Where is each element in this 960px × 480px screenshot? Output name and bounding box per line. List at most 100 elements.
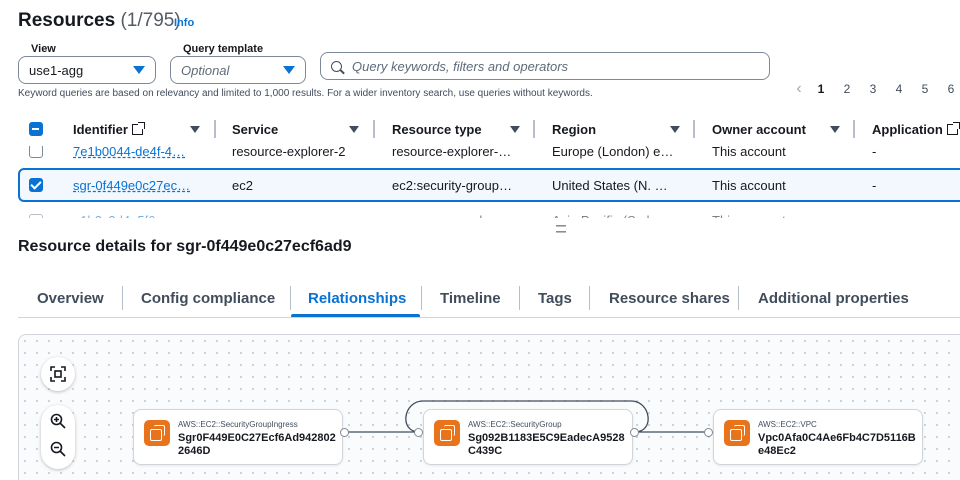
security-group-icon <box>434 420 460 446</box>
node-port[interactable] <box>340 428 349 437</box>
column-divider[interactable] <box>853 120 855 138</box>
sort-icon[interactable] <box>830 125 840 133</box>
row-owner: This account <box>712 146 786 159</box>
row-owner: This account <box>712 177 786 193</box>
row-checkbox[interactable] <box>29 214 43 218</box>
row-service: ram <box>232 203 372 219</box>
node-name: Vpc0Afa0C4Ae6Fb4C7D5116Be48Ec2 <box>758 432 916 457</box>
table-row-selected[interactable]: sgr-0f449e0c27ec… ec2 ec2:security-group… <box>18 168 960 202</box>
sort-icon[interactable] <box>349 125 359 133</box>
tab-resource-shares[interactable]: Resource shares <box>609 282 730 314</box>
view-select-value: use1-agg <box>29 62 84 78</box>
external-link-icon <box>131 121 145 135</box>
column-divider[interactable] <box>533 120 535 138</box>
page-5[interactable]: 5 <box>912 82 938 96</box>
row-identifier-link[interactable]: sgr-0f449e0c27ec… <box>73 168 203 202</box>
search-input[interactable]: Query keywords, filters and operators <box>320 52 770 80</box>
column-divider[interactable] <box>214 120 216 138</box>
col-application-label: Application <box>872 121 943 137</box>
row-region: Asia Pacific (Sydn… <box>552 203 692 219</box>
security-group-ingress-icon <box>144 420 170 446</box>
table-header: Identifier Service Resource type Region … <box>0 112 960 146</box>
external-link-icon <box>946 121 960 135</box>
query-template-group: Optional Query template <box>170 43 306 84</box>
row-resource-type: resource-explorer-… <box>392 146 512 159</box>
node-port[interactable] <box>414 428 423 437</box>
page-2[interactable]: 2 <box>834 82 860 96</box>
graph-node[interactable]: AWS::EC2::SecurityGroupIngress Sgr0F449E… <box>133 409 343 465</box>
resize-handle-icon[interactable]: ─ ─ <box>556 218 566 238</box>
table-row[interactable]: 7e1b0044-de4f-4… resource-explorer-2 res… <box>0 146 960 168</box>
page-4[interactable]: 4 <box>886 82 912 96</box>
col-resource-type[interactable]: Resource type <box>392 112 482 146</box>
page-3[interactable]: 3 <box>860 82 886 96</box>
col-service-label: Service <box>232 121 279 137</box>
pagination: ‹ 1 2 3 4 5 6 <box>790 80 960 98</box>
caret-down-icon <box>133 66 145 74</box>
page-title-text: Resources <box>18 10 116 31</box>
page-1[interactable]: 1 <box>808 82 834 96</box>
sort-icon[interactable] <box>510 125 520 133</box>
tab-tags[interactable]: Tags <box>538 282 572 314</box>
search-icon <box>331 60 342 72</box>
sort-icon[interactable] <box>190 125 200 133</box>
search-placeholder: Query keywords, filters and operators <box>352 58 569 74</box>
row-checkbox[interactable] <box>29 146 43 158</box>
info-link[interactable]: Info <box>174 17 194 29</box>
tab-relationships[interactable]: Relationships <box>308 282 406 314</box>
col-owner-account[interactable]: Owner account <box>712 112 806 146</box>
view-select-group: use1-agg View <box>18 43 156 84</box>
search-hint: Keyword queries are based on relevancy a… <box>18 88 593 99</box>
caret-down-icon <box>283 66 295 74</box>
col-resource-type-label: Resource type <box>392 121 482 137</box>
resource-count: (1/795) <box>120 10 181 31</box>
row-checkbox[interactable] <box>29 178 43 192</box>
query-template-label: Query template <box>180 43 267 55</box>
view-select[interactable]: use1-agg <box>18 56 156 84</box>
col-owner-account-label: Owner account <box>712 121 806 137</box>
column-divider[interactable] <box>373 120 375 138</box>
view-label: View <box>28 43 59 55</box>
details-title: Resource details for sgr-0f449e0c27ecf6a… <box>18 238 352 255</box>
graph-node[interactable]: AWS::EC2::VPC Vpc0Afa0C4Ae6Fb4C7D5116Be4… <box>713 409 923 465</box>
col-service[interactable]: Service <box>232 112 278 146</box>
col-region[interactable]: Region <box>552 112 596 146</box>
query-template-select[interactable]: Optional <box>170 56 306 84</box>
tab-timeline[interactable]: Timeline <box>440 282 501 314</box>
node-type: AWS::EC2::SecurityGroup <box>468 420 562 429</box>
row-identifier-link[interactable]: 7e1b0044-de4f-4… <box>73 146 203 168</box>
col-identifier[interactable]: Identifier <box>73 112 145 146</box>
row-resource-type: ec2:security-group… <box>392 177 512 193</box>
row-service: resource-explorer-2 <box>232 146 346 159</box>
node-name: Sgr0F449E0C27Ecf6Ad9428022646D <box>178 432 336 457</box>
node-port[interactable] <box>630 428 639 437</box>
tab-config-compliance[interactable]: Config compliance <box>141 282 275 314</box>
node-type: AWS::EC2::VPC <box>758 420 817 429</box>
row-identifier-link[interactable]: a1b2c3d4e5f6… <box>73 203 203 219</box>
graph-node[interactable]: AWS::EC2::SecurityGroup Sg092B1183E5C9Ea… <box>423 409 633 465</box>
row-region: Europe (London) e… <box>552 146 674 159</box>
row-service: ec2 <box>232 177 253 193</box>
vpc-icon <box>724 420 750 446</box>
row-resource-type: ram:resource-shar… <box>392 203 532 219</box>
chevron-left-icon[interactable]: ‹ <box>790 80 808 98</box>
row-application: - <box>872 146 877 159</box>
sort-icon[interactable] <box>670 125 680 133</box>
page-title: Resources (1/795) <box>18 10 181 32</box>
table-body[interactable]: 7e1b0044-de4f-4… resource-explorer-2 res… <box>0 146 960 218</box>
tab-additional-properties[interactable]: Additional properties <box>758 282 909 314</box>
query-template-placeholder: Optional <box>181 62 230 78</box>
relationship-graph[interactable]: AWS::EC2::SecurityGroupIngress Sgr0F449E… <box>18 334 960 480</box>
col-application[interactable]: Application <box>872 112 960 146</box>
table-row[interactable]: a1b2c3d4e5f6… ram ram:resource-shar… Asi… <box>0 206 960 218</box>
row-application: - <box>872 177 877 193</box>
tab-overview[interactable]: Overview <box>37 282 104 314</box>
node-port[interactable] <box>704 428 713 437</box>
page-6[interactable]: 6 <box>938 82 960 96</box>
details-tabs: Overview Config compliance Relationships… <box>18 282 960 318</box>
row-region: United States (N. … <box>552 177 668 193</box>
col-identifier-label: Identifier <box>73 121 128 137</box>
select-all-checkbox[interactable] <box>29 122 43 136</box>
column-divider[interactable] <box>693 120 695 138</box>
node-name: Sg092B1183E5C9EadecA9528C439C <box>468 432 625 457</box>
